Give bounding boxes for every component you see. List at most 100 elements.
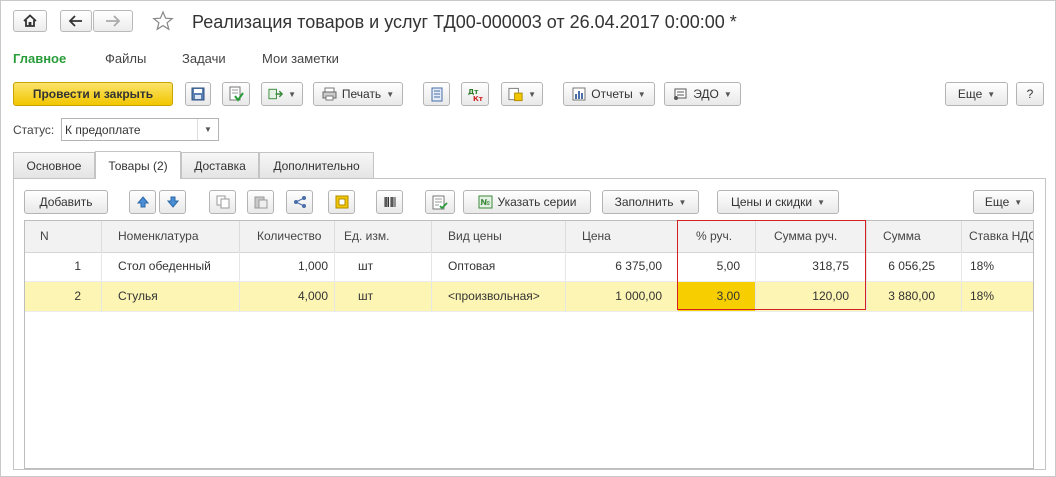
specify-series-button[interactable]: № Указать серии — [463, 190, 591, 214]
journal-icon — [431, 87, 442, 101]
price[interactable]: 1 000,00 — [566, 282, 678, 311]
checklist-button[interactable] — [425, 190, 455, 214]
unit[interactable]: шт — [335, 282, 432, 311]
move-up-button[interactable] — [129, 190, 156, 214]
price-type[interactable]: Оптовая — [432, 252, 566, 281]
table-header: N Номенклатура Количество Ед. изм. Вид ц… — [25, 221, 1033, 253]
document-title: Реализация товаров и услуг ТД00-000003 о… — [192, 12, 737, 32]
reports-label: Отчеты — [591, 87, 633, 101]
copy-icon — [216, 195, 229, 209]
manual-discount-percent[interactable]: 5,00 — [678, 252, 756, 281]
manual-discount-percent[interactable]: 3,00 — [678, 282, 756, 311]
goods-table[interactable]: N Номенклатура Количество Ед. изм. Вид ц… — [24, 220, 1034, 469]
checklist-icon — [432, 195, 448, 209]
edo-icon — [674, 88, 687, 100]
post-and-close-label: Провести и закрыть — [32, 87, 154, 101]
help-button[interactable]: ? — [1016, 82, 1044, 106]
unit[interactable]: шт — [335, 252, 432, 281]
item-name[interactable]: Стол обеденный — [102, 252, 240, 281]
manual-discount-amount[interactable]: 318,75 — [756, 252, 867, 281]
edo-button[interactable]: ЭДО ▼ — [664, 82, 741, 106]
column-header[interactable]: Вид цены — [432, 221, 566, 252]
status-value: К предоплате — [65, 123, 141, 137]
chevron-down-icon: ▼ — [1014, 197, 1023, 207]
favorite-button[interactable] — [152, 10, 174, 32]
price-type[interactable]: <произвольная> — [432, 282, 566, 311]
prices-discounts-label: Цены и скидки — [730, 195, 813, 209]
back-button[interactable] — [60, 10, 92, 32]
reports-button[interactable]: Отчеты ▼ — [563, 82, 655, 106]
tab-goods[interactable]: Товары (2) — [95, 151, 181, 179]
move-down-button[interactable] — [159, 190, 186, 214]
price[interactable]: 6 375,00 — [566, 252, 678, 281]
chevron-down-icon: ▼ — [987, 89, 996, 99]
journal-button[interactable] — [423, 82, 450, 106]
quantity[interactable]: 1,000 — [240, 252, 335, 281]
vat-rate[interactable]: 18% — [962, 282, 1033, 311]
paste-button[interactable] — [247, 190, 274, 214]
menu-notes[interactable]: Мои заметки — [262, 51, 339, 66]
edo-label: ЭДО — [693, 87, 719, 101]
item-name[interactable]: Стулья — [102, 282, 240, 311]
document-window: Реализация товаров и услуг ТД00-000003 о… — [0, 0, 1056, 477]
tab-main[interactable]: Основное — [13, 152, 95, 178]
tab-additional[interactable]: Дополнительно — [259, 152, 374, 178]
column-header[interactable]: N — [25, 221, 102, 252]
printer-icon — [322, 87, 337, 101]
dt-kt-button[interactable]: Дт Кт — [461, 82, 489, 106]
series-icon: № — [478, 195, 493, 209]
column-header[interactable]: Сумма руч. — [756, 221, 867, 252]
prices-discounts-button[interactable]: Цены и скидки ▼ — [717, 190, 839, 214]
paste-icon — [254, 196, 267, 209]
home-button[interactable] — [13, 10, 47, 32]
print-button[interactable]: Печать ▼ — [313, 82, 403, 106]
manual-discount-amount[interactable]: 120,00 — [756, 282, 867, 311]
save-button[interactable] — [185, 82, 211, 106]
status-label: Статус: — [13, 123, 55, 137]
print-label: Печать — [341, 87, 382, 101]
fill-label: Заполнить — [614, 195, 674, 209]
column-header[interactable]: Количество — [240, 221, 335, 252]
barcode-icon — [384, 197, 395, 207]
table-more-label: Еще — [984, 195, 1010, 209]
menu-tasks[interactable]: Задачи — [182, 51, 226, 66]
amount[interactable]: 6 056,25 — [867, 252, 962, 281]
amount[interactable]: 3 880,00 — [867, 282, 962, 311]
vat-rate[interactable]: 18% — [962, 252, 1033, 281]
copy-button[interactable] — [209, 190, 236, 214]
column-header[interactable]: Ставка НДС — [962, 221, 1033, 252]
create-based-on-button[interactable]: ▼ — [261, 82, 303, 106]
status-select[interactable]: К предоплате ▼ — [61, 118, 219, 141]
chevron-down-icon[interactable]: ▼ — [197, 119, 218, 140]
column-header[interactable]: Ед. изм. — [335, 221, 432, 252]
table-row[interactable]: 1 Стол обеденный 1,000 шт Оптовая 6 375,… — [25, 252, 1033, 282]
menu-main[interactable]: Главное — [13, 51, 66, 66]
quantity[interactable]: 4,000 — [240, 282, 335, 311]
structure-button[interactable]: ▼ — [501, 82, 543, 106]
table-row[interactable]: 2 Стулья 4,000 шт <произвольная> 1 000,0… — [25, 282, 1033, 312]
column-header[interactable]: Сумма — [867, 221, 962, 252]
column-header[interactable]: Номенклатура — [102, 221, 240, 252]
column-header[interactable]: % руч. — [678, 221, 756, 252]
chevron-down-icon: ▼ — [723, 89, 732, 99]
forward-button[interactable] — [93, 10, 133, 32]
tab-delivery[interactable]: Доставка — [181, 152, 259, 178]
column-header[interactable]: Цена — [566, 221, 678, 252]
post-button[interactable] — [222, 82, 250, 106]
table-more-button[interactable]: Еще ▼ — [973, 190, 1034, 214]
svg-text:№: № — [480, 198, 490, 207]
barcode-button[interactable] — [376, 190, 403, 214]
add-row-button[interactable]: Добавить — [24, 190, 108, 214]
specify-series-label: Указать серии — [497, 195, 577, 209]
menu-files[interactable]: Файлы — [105, 51, 146, 66]
post-document-icon — [229, 86, 244, 102]
share-icon — [293, 196, 306, 208]
chevron-down-icon: ▼ — [817, 197, 825, 207]
home-icon — [23, 14, 37, 27]
selection-button[interactable] — [328, 190, 355, 214]
fill-button[interactable]: Заполнить ▼ — [602, 190, 699, 214]
post-and-close-button[interactable]: Провести и закрыть — [13, 82, 173, 106]
more-button[interactable]: Еще ▼ — [945, 82, 1008, 106]
share-button[interactable] — [286, 190, 313, 214]
debit-credit-icon: Дт Кт — [468, 88, 484, 102]
